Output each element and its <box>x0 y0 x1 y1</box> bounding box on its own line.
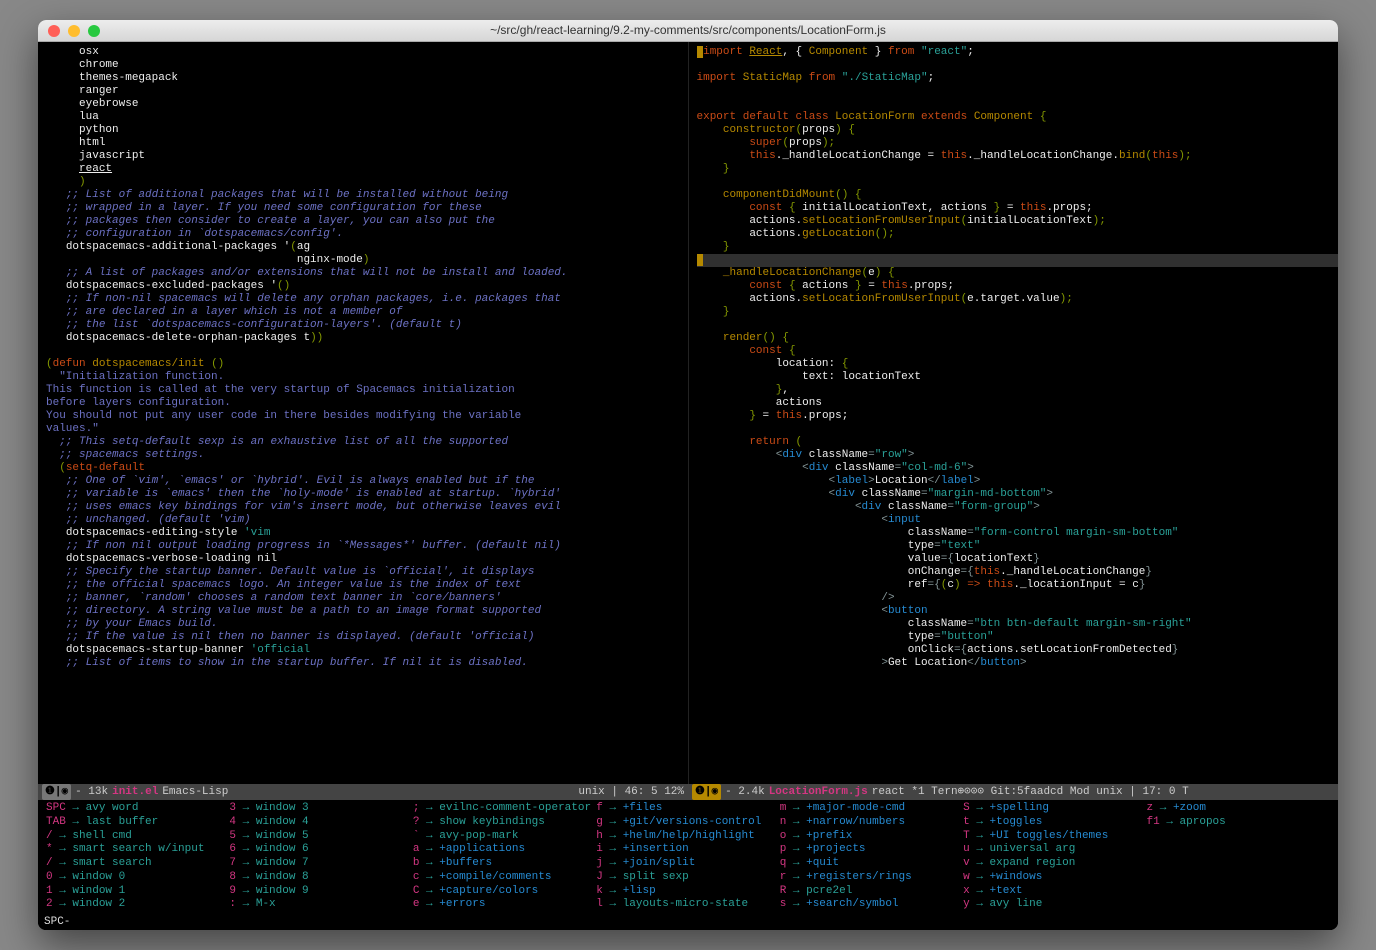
which-key-item[interactable]: e → +errors <box>413 898 596 912</box>
which-key-panel: SPC → avy wordTAB → last buffer/ → shell… <box>38 800 1338 914</box>
which-key-column: ; → evilnc-comment-operator? → show keyb… <box>413 802 596 912</box>
which-key-item[interactable]: v → expand region <box>963 857 1146 871</box>
which-key-item[interactable]: TAB → last buffer <box>46 816 229 830</box>
major-mode: Emacs-Lisp <box>162 784 228 800</box>
position-info: unix | 46: 5 12% <box>578 784 684 800</box>
which-key-item[interactable]: j → +join/split <box>596 857 779 871</box>
which-key-item[interactable]: y → avy line <box>963 898 1146 912</box>
split-panes: osx chrome themes-megapack ranger eyebro… <box>38 42 1338 784</box>
fullscreen-icon[interactable] <box>88 25 100 37</box>
which-key-item[interactable]: / → shell cmd <box>46 830 229 844</box>
filename: LocationForm.js <box>769 784 868 800</box>
minimize-icon[interactable] <box>68 25 80 37</box>
which-key-item[interactable]: J → split sexp <box>596 871 779 885</box>
which-key-column: S → +spellingt → +togglesT → +UI toggles… <box>963 802 1146 912</box>
right-pane[interactable]: import React, { Component } from "react"… <box>689 42 1339 784</box>
which-key-item[interactable]: / → smart search <box>46 857 229 871</box>
which-key-item[interactable]: i → +insertion <box>596 843 779 857</box>
which-key-item[interactable]: q → +quit <box>780 857 963 871</box>
which-key-column: m → +major-mode-cmdn → +narrow/numberso … <box>780 802 963 912</box>
traffic-lights <box>38 25 100 37</box>
which-key-item[interactable]: g → +git/versions-control <box>596 816 779 830</box>
which-key-item[interactable]: o → +prefix <box>780 830 963 844</box>
which-key-column: SPC → avy wordTAB → last buffer/ → shell… <box>46 802 229 912</box>
which-key-item[interactable]: T → +UI toggles/themes <box>963 830 1146 844</box>
minibuffer[interactable]: SPC- <box>38 914 1338 930</box>
which-key-item[interactable]: k → +lisp <box>596 885 779 899</box>
which-key-column: f → +filesg → +git/versions-controlh → +… <box>596 802 779 912</box>
which-key-item[interactable]: n → +narrow/numbers <box>780 816 963 830</box>
which-key-item[interactable]: SPC → avy word <box>46 802 229 816</box>
which-key-item[interactable]: ? → show keybindings <box>413 816 596 830</box>
which-key-item[interactable]: z → +zoom <box>1147 802 1330 816</box>
which-key-item[interactable]: t → +toggles <box>963 816 1146 830</box>
which-key-item[interactable]: 8 → window 8 <box>229 871 412 885</box>
which-key-column: z → +zoomf1 → apropos <box>1147 802 1330 912</box>
which-key-item[interactable]: a → +applications <box>413 843 596 857</box>
modelines: ❶|◉ - 13k init.el Emacs-Lisp unix | 46: … <box>38 784 1338 800</box>
which-key-item[interactable]: s → +search/symbol <box>780 898 963 912</box>
mode-info: react *1 Tern⊕⊙⊙⊙ Git:5faadcd Mod unix |… <box>872 784 1189 800</box>
which-key-item[interactable]: h → +helm/help/highlight <box>596 830 779 844</box>
which-key-item[interactable]: c → +compile/comments <box>413 871 596 885</box>
state-badge-icon: ❶|◉ <box>42 784 71 800</box>
which-key-item[interactable]: p → +projects <box>780 843 963 857</box>
which-key-item[interactable]: b → +buffers <box>413 857 596 871</box>
which-key-item[interactable]: 9 → window 9 <box>229 885 412 899</box>
editor-area: osx chrome themes-megapack ranger eyebro… <box>38 42 1338 930</box>
which-key-item[interactable]: 0 → window 0 <box>46 871 229 885</box>
which-key-item[interactable]: R → pcre2el <box>780 885 963 899</box>
which-key-item[interactable]: 5 → window 5 <box>229 830 412 844</box>
which-key-item[interactable]: x → +text <box>963 885 1146 899</box>
which-key-item[interactable]: 2 → window 2 <box>46 898 229 912</box>
which-key-item[interactable]: 4 → window 4 <box>229 816 412 830</box>
which-key-item[interactable]: 3 → window 3 <box>229 802 412 816</box>
which-key-item[interactable]: w → +windows <box>963 871 1146 885</box>
which-key-item[interactable]: ` → avy-pop-mark <box>413 830 596 844</box>
file-size: - 13k <box>75 784 108 800</box>
which-key-item[interactable]: S → +spelling <box>963 802 1146 816</box>
which-key-item[interactable]: C → +capture/colors <box>413 885 596 899</box>
which-key-item[interactable]: 6 → window 6 <box>229 843 412 857</box>
titlebar[interactable]: ~/src/gh/react-learning/9.2-my-comments/… <box>38 20 1338 42</box>
which-key-item[interactable]: m → +major-mode-cmd <box>780 802 963 816</box>
which-key-item[interactable]: ; → evilnc-comment-operator <box>413 802 596 816</box>
state-badge-icon: ❶|◉ <box>692 784 721 800</box>
modeline-right[interactable]: ❶|◉ - 2.4k LocationForm.js react *1 Tern… <box>688 784 1338 800</box>
app-window: ~/src/gh/react-learning/9.2-my-comments/… <box>38 20 1338 930</box>
which-key-item[interactable]: l → layouts-micro-state <box>596 898 779 912</box>
right-code[interactable]: import React, { Component } from "react"… <box>689 42 1339 674</box>
file-size: - 2.4k <box>725 784 765 800</box>
left-code[interactable]: osx chrome themes-megapack ranger eyebro… <box>38 42 688 674</box>
which-key-item[interactable]: * → smart search w/input <box>46 843 229 857</box>
close-icon[interactable] <box>48 25 60 37</box>
which-key-item[interactable]: : → M-x <box>229 898 412 912</box>
left-pane[interactable]: osx chrome themes-megapack ranger eyebro… <box>38 42 689 784</box>
which-key-item[interactable]: u → universal arg <box>963 843 1146 857</box>
which-key-item[interactable]: 7 → window 7 <box>229 857 412 871</box>
which-key-item[interactable]: f → +files <box>596 802 779 816</box>
which-key-item[interactable]: f1 → apropos <box>1147 816 1330 830</box>
which-key-item[interactable]: 1 → window 1 <box>46 885 229 899</box>
window-title: ~/src/gh/react-learning/9.2-my-comments/… <box>38 23 1338 38</box>
modeline-left[interactable]: ❶|◉ - 13k init.el Emacs-Lisp unix | 46: … <box>38 784 688 800</box>
which-key-column: 3 → window 34 → window 45 → window 56 → … <box>229 802 412 912</box>
filename: init.el <box>112 784 158 800</box>
which-key-item[interactable]: r → +registers/rings <box>780 871 963 885</box>
